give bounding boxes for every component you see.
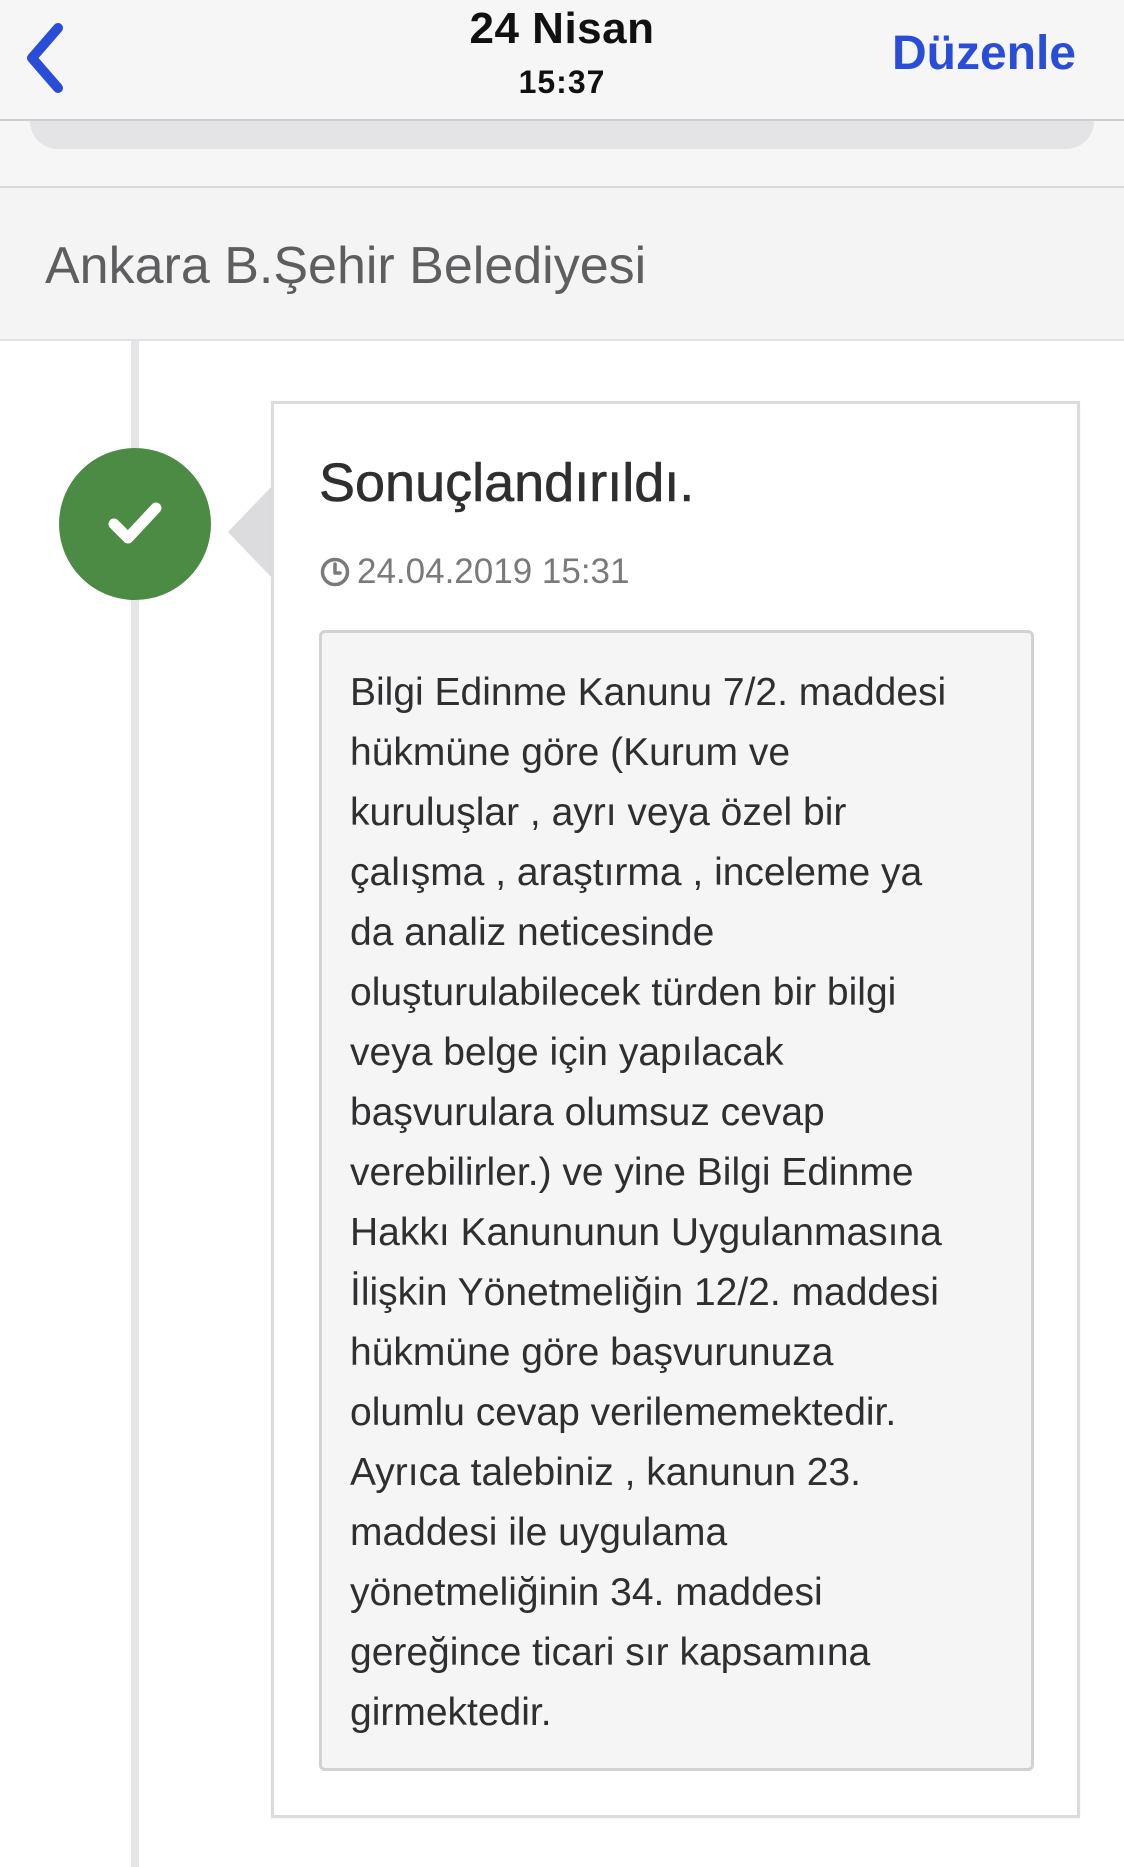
checkmark-icon bbox=[108, 502, 162, 544]
date-row: 24.04.2019 15:31 bbox=[319, 552, 629, 592]
status-title: Sonuçlandırıldı. bbox=[319, 453, 695, 514]
response-box: Bilgi Edinme Kanunu 7/2. maddesi hükmüne… bbox=[319, 630, 1034, 1771]
response-text: Bilgi Edinme Kanunu 7/2. maddesi hükmüne… bbox=[350, 671, 947, 1734]
screen: 24 Nisan 15:37 Düzenle Ankara B.Şehir Be… bbox=[0, 0, 1124, 1867]
edit-button[interactable]: Düzenle bbox=[892, 26, 1076, 81]
section-header: Ankara B.Şehir Belediyesi bbox=[0, 188, 1124, 341]
institution-name: Ankara B.Şehir Belediyesi bbox=[45, 237, 647, 295]
status-indicator bbox=[59, 448, 211, 600]
status-date: 24.04.2019 15:31 bbox=[357, 552, 630, 591]
navigation-bar: 24 Nisan 15:37 Düzenle bbox=[0, 0, 1124, 121]
timeline-card: Sonuçlandırıldı. 24.04.2019 15:31 Bilgi … bbox=[271, 401, 1080, 1818]
clock-icon bbox=[320, 557, 350, 587]
search-bar-area bbox=[0, 107, 1124, 188]
card-pointer bbox=[228, 485, 273, 579]
